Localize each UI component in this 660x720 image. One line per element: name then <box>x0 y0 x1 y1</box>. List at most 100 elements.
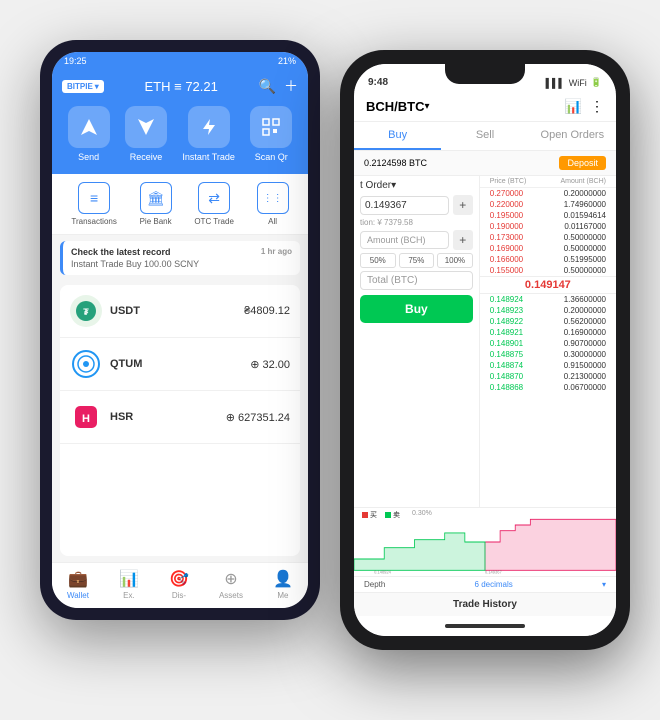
transactions-icon: ≡ <box>78 182 110 214</box>
sell-order-5: 0.1690000.50000000 <box>480 243 616 254</box>
buy-order-8: 0.1488680.06700000 <box>480 382 616 393</box>
buy-legend-dot <box>362 512 368 518</box>
tab-buy[interactable]: Buy <box>354 122 441 150</box>
buy-order-2: 0.1489220.56200000 <box>480 316 616 327</box>
svg-text:H: H <box>82 413 90 425</box>
usdt-icon: ₮ <box>70 295 102 327</box>
android-header: BITPIE ▾ ETH ≡ 72.21 🔍 ＋ <box>52 70 308 106</box>
buy-order-4: 0.1489010.90700000 <box>480 338 616 349</box>
otc-trade-button[interactable]: ⇄ OTC Trade <box>194 182 234 226</box>
buy-order-5: 0.1488750.30000000 <box>480 349 616 360</box>
mid-price: 0.149147 <box>480 276 616 294</box>
add-icon[interactable]: ＋ <box>284 76 298 96</box>
price-add-button[interactable]: + <box>453 195 473 215</box>
quick-actions: Send Receive Instant Trade <box>52 106 308 174</box>
estimation-row: tion: ¥ 7379.58 <box>360 218 473 227</box>
wallet-item-qtum[interactable]: QTUM ⊕ 32.00 <box>60 338 300 391</box>
nav-me[interactable]: 👤 Me <box>273 569 293 600</box>
buy-order-7: 0.1488700.21300000 <box>480 371 616 382</box>
svg-text:0.149367: 0.149367 <box>485 570 502 575</box>
pct-75-button[interactable]: 75% <box>399 253 435 268</box>
home-indicator <box>354 616 616 636</box>
wifi-icon: WiFi <box>569 78 587 88</box>
sell-order-0: 0.2700000.20000000 <box>480 188 616 199</box>
bank-icon: 🏛 <box>140 182 172 214</box>
sell-order-6: 0.1660000.51995000 <box>480 254 616 265</box>
hsr-icon: H <box>70 401 102 433</box>
send-icon <box>68 106 110 148</box>
chevron-down-icon[interactable]: ▾ <box>602 580 606 589</box>
wallet-item-usdt[interactable]: ₮ USDT ₴4809.12 <box>60 285 300 338</box>
chart-pct: 0.30% <box>412 510 432 520</box>
nav-assets[interactable]: ⊕ Assets <box>219 569 243 600</box>
order-type-selector[interactable]: t Order ▾ <box>360 180 473 191</box>
iphone-signal: ▌▌▌ <box>546 78 565 88</box>
orderbook-header: Price (BTC) Amount (BCH) <box>480 176 616 188</box>
iphone-time: 9:48 <box>368 77 388 88</box>
trade-history-button[interactable]: Trade History <box>354 592 616 616</box>
trading-pair-title[interactable]: BCH/BTC <box>366 99 425 114</box>
qtum-icon <box>70 348 102 380</box>
buy-order-1: 0.1489230.20000000 <box>480 305 616 316</box>
buy-orders: 0.1489241.36600000 0.1489230.20000000 0.… <box>480 294 616 393</box>
android-time: 19:25 <box>64 56 87 66</box>
secondary-actions: ≡ Transactions 🏛 Pie Bank ⇄ OTC Trade ⋮⋮… <box>52 174 308 235</box>
more-icon[interactable]: ⋮ <box>590 98 604 115</box>
iphone-notch <box>445 64 525 84</box>
buy-button[interactable]: Buy <box>360 295 473 323</box>
all-button[interactable]: ⋮⋮ All <box>257 182 289 226</box>
depth-row: Depth 6 decimals ▾ <box>354 577 616 592</box>
trade-header: BCH/BTC ▾ 📊 ⋮ <box>354 92 616 122</box>
android-bottom-nav: 💼 Wallet 📊 Ex. 🎯 Dis- ⊕ Assets 👤 M <box>52 562 308 608</box>
lightning-icon <box>188 106 230 148</box>
buy-order-0: 0.1489241.36600000 <box>480 294 616 305</box>
svg-text:0.148924: 0.148924 <box>374 570 391 575</box>
all-icon: ⋮⋮ <box>257 182 289 214</box>
qr-scan-icon <box>250 106 292 148</box>
wallet-item-hsr[interactable]: H HSR ⊕ 627351.24 <box>60 391 300 444</box>
percentage-buttons: 50% 75% 100% <box>360 253 473 268</box>
deposit-balance: 0.2124598 BTC <box>364 158 427 168</box>
price-input[interactable]: 0.149367 <box>360 196 449 215</box>
depth-chart: 买 卖 0.30% 0.148924 0.149367 <box>354 507 616 577</box>
sell-order-3: 0.1900000.01167000 <box>480 221 616 232</box>
iphone-screen: 9:48 ▌▌▌ WiFi 🔋 BCH/BTC ▾ 📊 ⋮ Buy Sell O… <box>354 64 616 636</box>
notification-bar[interactable]: Check the latest record 1 hr ago Instant… <box>60 241 300 275</box>
home-bar <box>445 624 525 628</box>
chart-icon[interactable]: 📊 <box>565 98 582 115</box>
nav-wallet[interactable]: 💼 Wallet <box>67 569 89 600</box>
pct-100-button[interactable]: 100% <box>437 253 473 268</box>
send-button[interactable]: Send <box>68 106 110 162</box>
sell-legend-dot <box>385 512 391 518</box>
instant-trade-button[interactable]: Instant Trade <box>182 106 235 162</box>
buy-legend-label: 买 <box>370 510 377 520</box>
nav-discover[interactable]: 🎯 Dis- <box>169 569 189 600</box>
sell-legend-label: 卖 <box>393 510 400 520</box>
pct-50-button[interactable]: 50% <box>360 253 396 268</box>
tab-open-orders[interactable]: Open Orders <box>529 122 616 150</box>
sell-order-1: 0.2200001.74960000 <box>480 199 616 210</box>
receive-icon <box>125 106 167 148</box>
buy-order-6: 0.1488740.91500000 <box>480 360 616 371</box>
sell-order-4: 0.1730000.50000000 <box>480 232 616 243</box>
search-icon[interactable]: 🔍 <box>259 78 276 95</box>
scan-qr-button[interactable]: Scan Qr <box>250 106 292 162</box>
notification-title: Check the latest record 1 hr ago <box>71 247 292 257</box>
sell-orders: 0.2700000.20000000 0.2200001.74960000 0.… <box>480 188 616 276</box>
amount-add-button[interactable]: + <box>453 230 473 250</box>
deposit-button[interactable]: Deposit <box>559 156 606 170</box>
amount-input[interactable]: Amount (BCH) <box>360 231 449 249</box>
battery-icon: 🔋 <box>591 77 602 88</box>
nav-exchange[interactable]: 📊 Ex. <box>119 569 139 600</box>
android-signal: 21% <box>278 56 296 66</box>
transactions-button[interactable]: ≡ Transactions <box>71 182 117 226</box>
trade-tabs: Buy Sell Open Orders <box>354 122 616 151</box>
wallet-list: ₮ USDT ₴4809.12 QTUM ⊕ 32 <box>60 285 300 556</box>
receive-button[interactable]: Receive <box>125 106 167 162</box>
iphone: 9:48 ▌▌▌ WiFi 🔋 BCH/BTC ▾ 📊 ⋮ Buy Sell O… <box>340 50 630 650</box>
notification-detail: Instant Trade Buy 100.00 SCNY <box>71 259 292 269</box>
tab-sell[interactable]: Sell <box>441 122 528 150</box>
total-input[interactable]: Total (BTC) <box>360 271 473 290</box>
pie-bank-button[interactable]: 🏛 Pie Bank <box>140 182 172 226</box>
chart-legend: 买 卖 0.30% <box>362 510 432 520</box>
